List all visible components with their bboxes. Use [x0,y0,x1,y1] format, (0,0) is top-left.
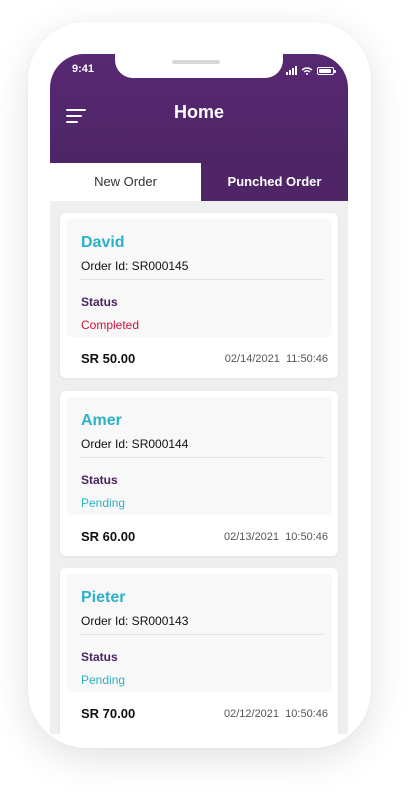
order-card-details: David Order Id: SR000145 Status Complete… [66,219,332,337]
order-datetime: 02/14/2021 11:50:46 [225,353,328,365]
order-datetime: 02/13/2021 10:50:46 [224,531,328,543]
tab-punched-order[interactable]: Punched Order [201,163,348,201]
signal-icon [286,66,297,75]
customer-name: David [81,234,125,251]
status-bar-time: 9:41 [72,63,95,75]
status-label: Status [81,473,118,487]
order-id: Order Id: SR000143 [81,614,189,628]
order-amount: SR 60.00 [81,529,136,544]
order-time: 11:50:46 [285,353,328,365]
app-header: 9:41 Home [50,54,348,163]
order-date: 02/13/2021 [223,531,280,543]
status-bar-icons [286,66,336,76]
order-card[interactable]: David Order Id: SR000145 Status Complete… [60,213,338,378]
status-value: Pending [81,496,126,510]
status-label: Status [81,295,118,309]
tab-new-order[interactable]: New Order [50,163,201,201]
order-date: 02/14/2021 [224,353,280,365]
device-notch [115,54,283,78]
customer-name: Amer [81,412,122,429]
status-value: Completed [81,318,140,332]
divider [80,279,323,280]
wifi-icon [301,67,313,75]
status-label: Status [81,650,118,664]
order-datetime: 02/12/2021 10:50:46 [224,708,328,720]
divider [80,634,323,635]
phone-frame: 9:41 Home New Order Punched Order David … [28,22,371,748]
order-amount: SR 50.00 [81,351,136,366]
page-title: Home [173,102,224,122]
customer-name: Pieter [81,589,126,606]
order-id: Order Id: SR000145 [81,259,189,273]
order-tabs: New Order Punched Order [50,163,348,201]
speaker-slot [172,60,220,64]
order-card-details: Pieter Order Id: SR000143 Status Pending [66,574,332,692]
app-screen: 9:41 Home New Order Punched Order David … [50,54,348,734]
order-time: 10:50:46 [285,531,328,543]
status-value: Pending [81,673,126,687]
order-card[interactable]: Amer Order Id: SR000144 Status Pending S… [60,391,338,556]
order-date: 02/12/2021 [223,708,280,720]
order-card-details: Amer Order Id: SR000144 Status Pending [66,397,332,515]
order-time: 10:50:46 [285,708,328,720]
order-id: Order Id: SR000144 [81,437,189,451]
order-amount: SR 70.00 [81,706,136,721]
divider [80,457,323,458]
order-card[interactable]: Pieter Order Id: SR000143 Status Pending… [60,568,338,734]
battery-icon [317,67,336,75]
